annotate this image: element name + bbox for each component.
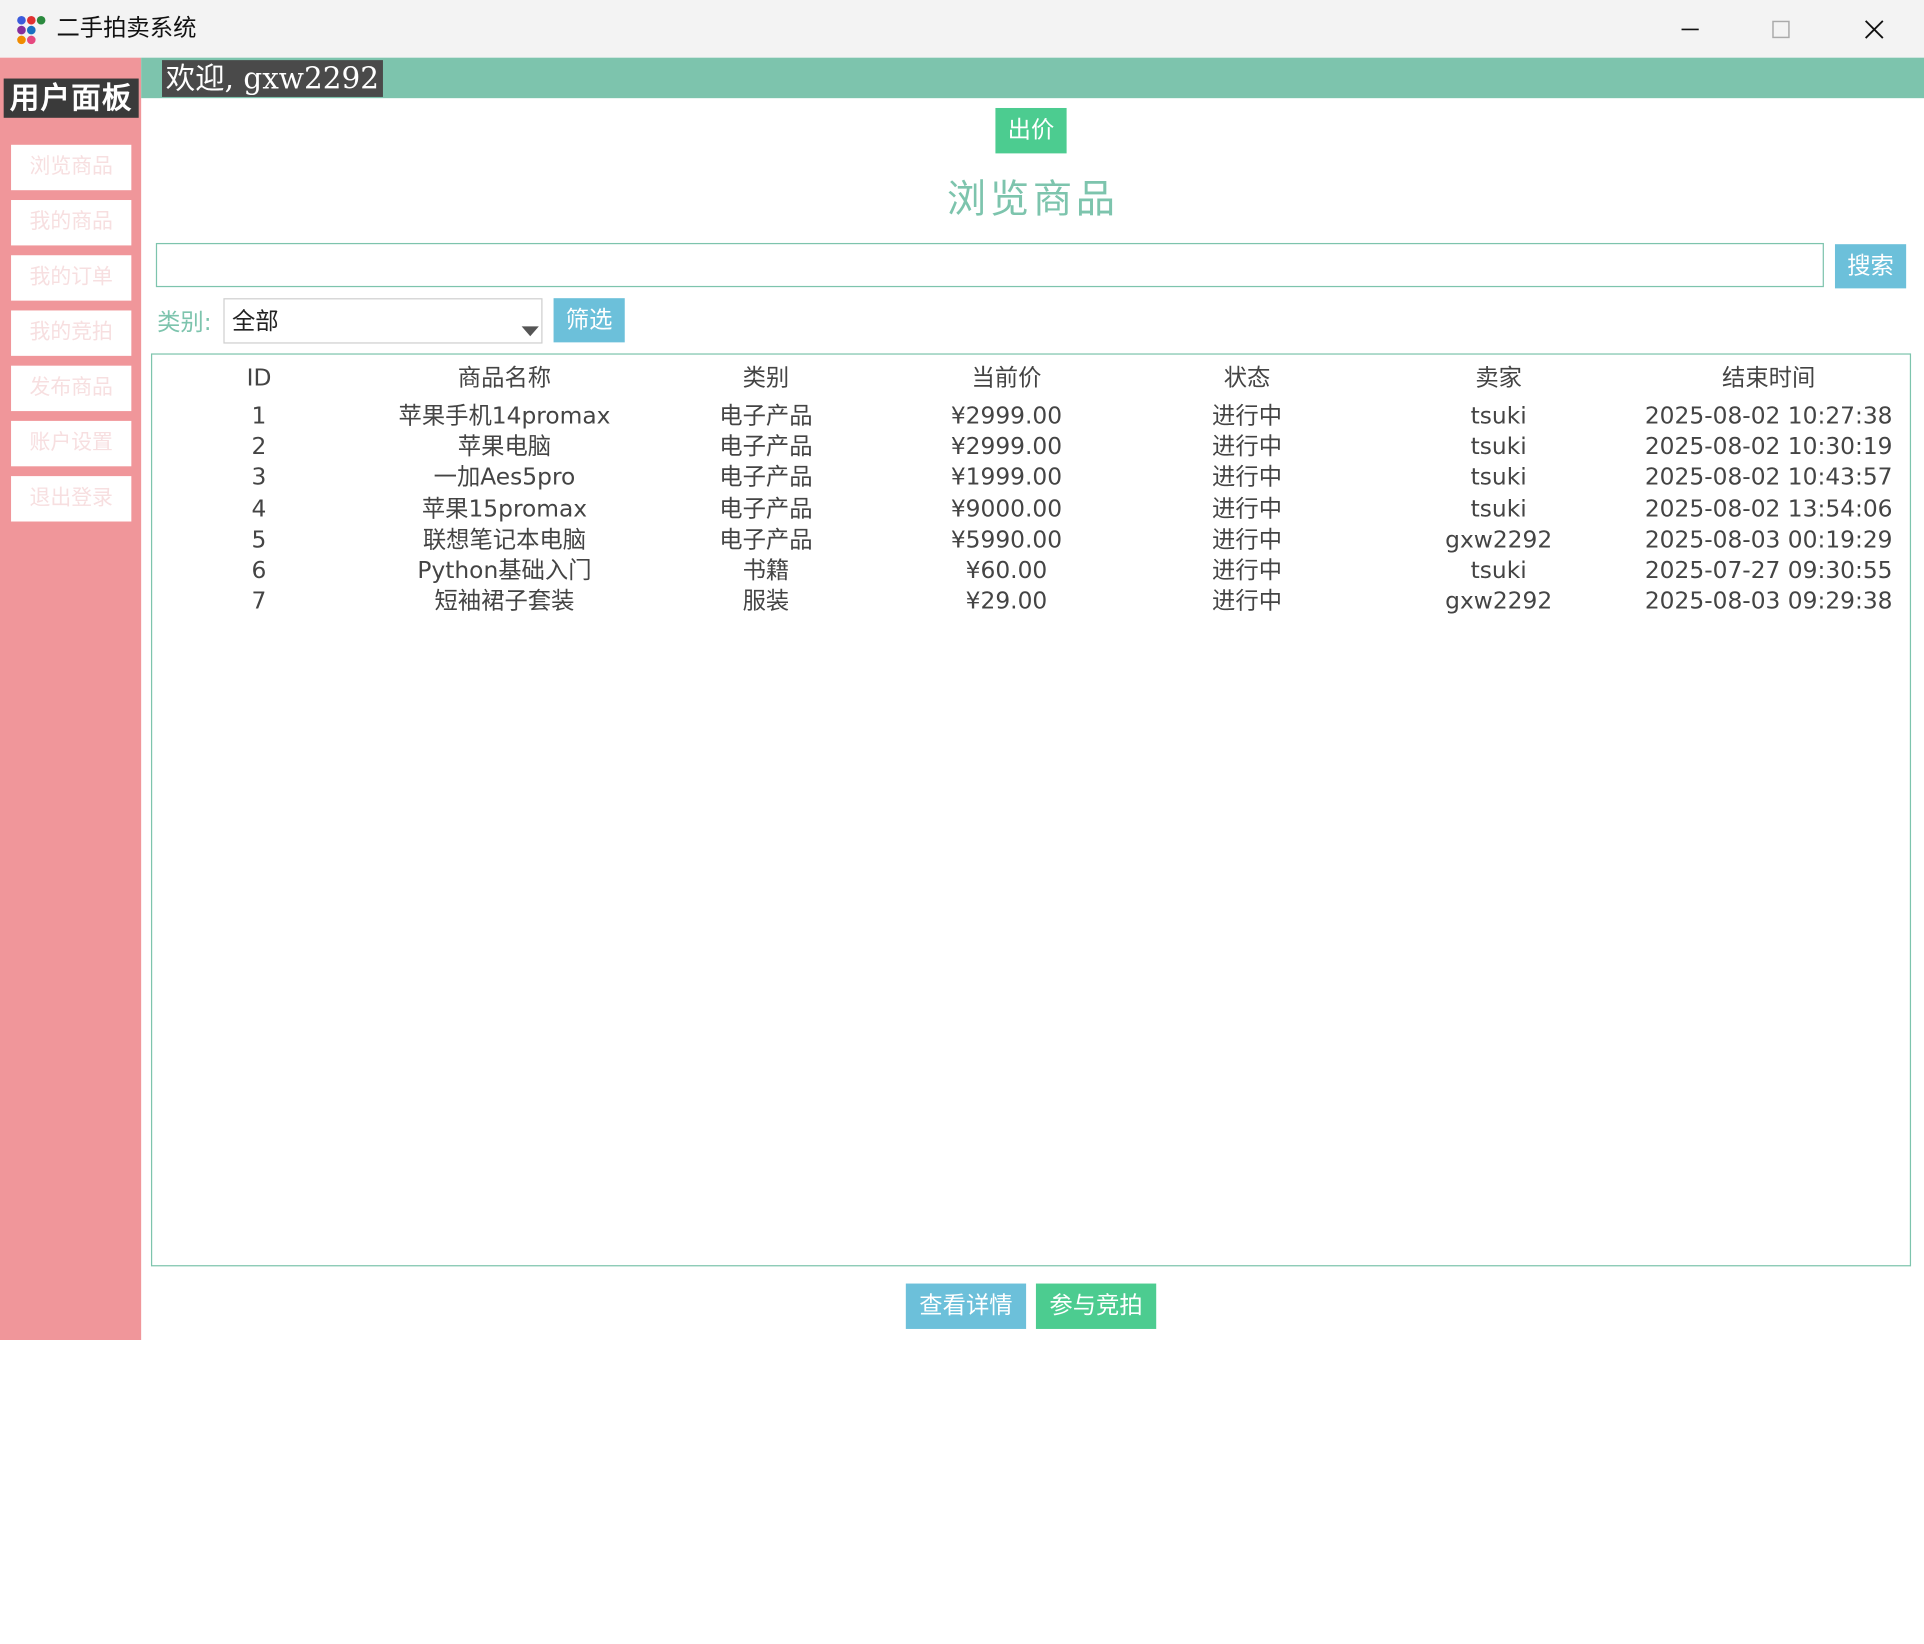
table-cell: 2025-07-27 09:30:55 — [1644, 557, 1893, 585]
table-cell: 2025-08-03 00:19:29 — [1644, 526, 1893, 554]
table-cell: 服装 — [742, 588, 790, 616]
table-cell: 4 — [251, 495, 267, 523]
close-icon — [1864, 19, 1884, 39]
header-bar: 欢迎, gxw2292 — [141, 57, 1924, 99]
sidebar-item-my-orders[interactable]: 我的订单 — [11, 255, 132, 301]
table-cell: 6 — [251, 557, 267, 585]
table-cell: gxw2292 — [1445, 588, 1553, 616]
table-cell: 联想笔记本电脑 — [422, 526, 587, 554]
table-cell: ¥2999.00 — [950, 433, 1063, 461]
table-cell: ¥2999.00 — [950, 402, 1063, 430]
table-cell: 进行中 — [1212, 433, 1283, 461]
table-cell: 7 — [251, 588, 267, 616]
table-cell: tsuki — [1470, 464, 1527, 492]
table-cell: 一加Aes5pro — [433, 464, 576, 492]
sidebar-item-account-settings[interactable]: 账户设置 — [11, 420, 132, 467]
column-header[interactable]: 当前价 — [971, 363, 1041, 394]
bid-button[interactable]: 出价 — [995, 107, 1067, 154]
table-cell: 进行中 — [1212, 526, 1283, 554]
table-cell: 3 — [251, 464, 267, 492]
column-header[interactable]: 商品名称 — [458, 363, 551, 394]
table-cell: Python基础入门 — [417, 557, 592, 585]
table-cell: tsuki — [1470, 433, 1527, 461]
column-header[interactable]: ID — [247, 363, 272, 394]
table-cell: 苹果15promax — [421, 495, 588, 523]
table-cell: 苹果手机14promax — [398, 402, 611, 430]
sidebar-item-my-bids[interactable]: 我的竞拍 — [11, 310, 132, 356]
table-cell: 5 — [251, 526, 267, 554]
join-auction-button[interactable]: 参与竞拍 — [1035, 1283, 1157, 1329]
minimize-button[interactable] — [1647, 0, 1733, 58]
view-details-button[interactable]: 查看详情 — [905, 1283, 1027, 1329]
title-bar: 二手拍卖系统 — [0, 0, 1924, 58]
close-button[interactable] — [1831, 0, 1917, 58]
table-cell: 2 — [251, 433, 267, 461]
table-cell: ¥29.00 — [965, 588, 1048, 616]
table-cell: 进行中 — [1212, 495, 1283, 523]
page-title: 浏览商品 — [946, 175, 1119, 223]
table-cell: 苹果电脑 — [457, 433, 552, 461]
table-cell: ¥5990.00 — [950, 526, 1063, 554]
dropdown-arrow-icon — [521, 326, 539, 337]
sidebar-item-my-items[interactable]: 我的商品 — [11, 200, 132, 246]
search-input[interactable] — [155, 242, 1824, 288]
maximize-icon — [1772, 20, 1790, 38]
table-cell: 2025-08-02 10:27:38 — [1644, 402, 1893, 430]
minimize-icon — [1681, 27, 1699, 30]
table-cell: 电子产品 — [719, 433, 813, 461]
table-cell: ¥9000.00 — [950, 495, 1063, 523]
column-header[interactable]: 结束时间 — [1722, 363, 1815, 394]
category-select-value: 全部 — [231, 308, 279, 335]
search-button[interactable]: 搜索 — [1834, 244, 1907, 289]
sidebar-item-browse[interactable]: 浏览商品 — [11, 144, 132, 191]
filter-button[interactable]: 筛选 — [553, 298, 625, 343]
items-table[interactable]: ID 商品名称 类别 当前价 状态 卖家 结束时间 1 苹果手机14promax 电子产品 ¥299… — [150, 353, 1912, 1267]
table-cell: 短袖裙子套装 — [434, 588, 575, 616]
table-cell: ¥1999.00 — [950, 464, 1063, 492]
column-header[interactable]: 卖家 — [1475, 363, 1522, 394]
table-cell: tsuki — [1470, 557, 1527, 585]
category-label: 类别: — [157, 309, 212, 337]
column-header[interactable]: 状态 — [1224, 363, 1271, 394]
table-cell: tsuki — [1470, 402, 1527, 430]
table-cell: 2025-08-03 09:29:38 — [1644, 588, 1893, 616]
sidebar-item-publish[interactable]: 发布商品 — [11, 365, 132, 412]
table-cell: 电子产品 — [719, 526, 813, 554]
table-cell: ¥60.00 — [965, 557, 1048, 585]
sidebar-item-logout[interactable]: 退出登录 — [11, 476, 132, 522]
table-cell: 2025-08-02 10:30:19 — [1644, 433, 1893, 461]
table-cell: 进行中 — [1212, 402, 1283, 430]
table-cell: tsuki — [1470, 495, 1527, 523]
welcome-text: 欢迎, gxw2292 — [162, 60, 383, 97]
table-cell: 电子产品 — [719, 402, 813, 430]
table-cell: 电子产品 — [719, 495, 813, 523]
table-cell: 2025-08-02 13:54:06 — [1644, 495, 1893, 523]
table-cell: 进行中 — [1212, 557, 1283, 585]
table-cell: gxw2292 — [1445, 526, 1553, 554]
app-window: 二手拍卖系统 用户面板 浏览商品 我的商品 我的订单 我的竞拍 发布商品 账户设… — [0, 0, 1924, 1340]
table-cell: 电子产品 — [719, 464, 813, 492]
table-cell: 进行中 — [1212, 464, 1283, 492]
sidebar-title: 用户面板 — [3, 78, 139, 118]
maximize-button[interactable] — [1738, 0, 1824, 58]
column-header[interactable]: 类别 — [743, 363, 790, 394]
sidebar: 用户面板 浏览商品 我的商品 我的订单 我的竞拍 发布商品 账户设置 退出登录 — [0, 57, 142, 1340]
table-cell: 2025-08-02 10:43:57 — [1644, 464, 1893, 492]
table-cell: 书籍 — [742, 557, 790, 585]
app-icon — [15, 13, 47, 45]
table-cell: 进行中 — [1212, 588, 1283, 616]
window-title: 二手拍卖系统 — [56, 14, 197, 42]
category-select[interactable]: 全部 — [223, 298, 543, 344]
table-cell: 1 — [251, 402, 267, 430]
